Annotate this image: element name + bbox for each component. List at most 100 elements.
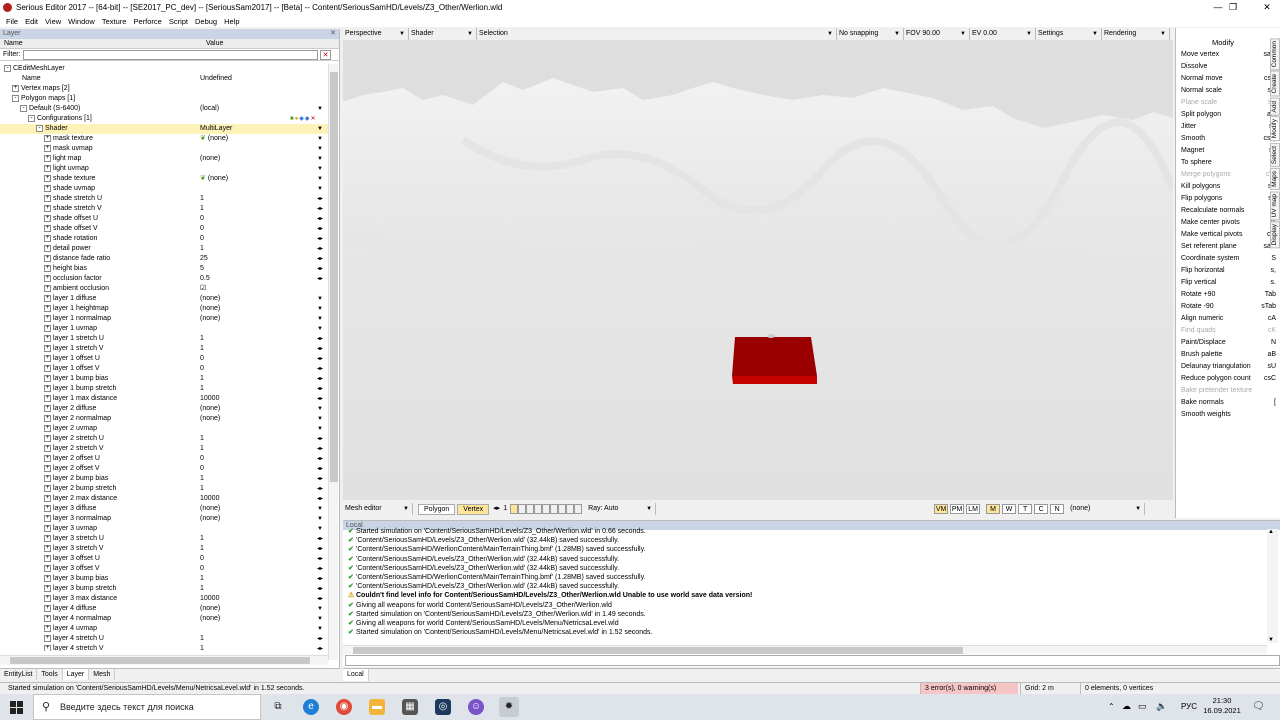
- tree-row-value[interactable]: 10000: [200, 494, 219, 504]
- expand-icon[interactable]: +: [44, 434, 51, 442]
- modify-delaunay-triangulation-item[interactable]: Delaunay triangulation sU: [1176, 361, 1276, 373]
- mode-polygon-button[interactable]: Polygon: [418, 503, 456, 515]
- tree-row-value[interactable]: 0: [200, 224, 204, 234]
- discord-icon[interactable]: ☺: [468, 699, 484, 715]
- tree-row[interactable]: + layer 1 max distance 10000 ◂▸: [0, 394, 328, 404]
- tree-row[interactable]: - Shader MultiLayer ▼: [0, 124, 328, 134]
- tree-row[interactable]: + distance fade ratio 25 ◂▸: [0, 254, 328, 264]
- tree-row[interactable]: + layer 3 bump bias 1 ◂▸: [0, 574, 328, 584]
- expand-icon[interactable]: +: [44, 374, 51, 382]
- expand-icon[interactable]: +: [44, 624, 51, 632]
- dropdown-arrow-icon[interactable]: ▼: [317, 524, 323, 534]
- modify-bake-normals-item[interactable]: Bake normals[: [1176, 397, 1276, 409]
- tree-row-value[interactable]: 10000: [200, 594, 219, 604]
- expand-icon[interactable]: +: [12, 84, 19, 92]
- dropdown-arrow-icon[interactable]: ▼: [317, 414, 323, 424]
- tree-row[interactable]: + layer 2 normalmap (none) ▼: [0, 414, 328, 424]
- property-tree-horizontal-scrollbar[interactable]: [0, 655, 328, 665]
- expand-icon[interactable]: +: [44, 144, 51, 152]
- tree-row[interactable]: + layer 4 diffuse (none) ▼: [0, 604, 328, 614]
- spinner-icon[interactable]: ◂▸: [317, 434, 323, 444]
- side-tab-select[interactable]: Select: [1270, 142, 1280, 167]
- menu-window[interactable]: Window: [68, 17, 95, 26]
- tree-row-value[interactable]: 1: [200, 474, 204, 484]
- tree-row[interactable]: + height bias 5 ◂▸: [0, 264, 328, 274]
- tree-row[interactable]: Name Undefined: [0, 74, 328, 84]
- tree-row-value[interactable]: ☑: [200, 284, 206, 294]
- spinner-icon[interactable]: ◂▸: [317, 204, 323, 214]
- spinner-icon[interactable]: ◂▸: [317, 274, 323, 284]
- expand-icon[interactable]: +: [44, 494, 51, 502]
- modify-find-quads-item[interactable]: Find quads cK: [1176, 325, 1276, 337]
- tree-row[interactable]: + layer 2 stretch U 1 ◂▸: [0, 434, 328, 444]
- expand-icon[interactable]: +: [44, 244, 51, 252]
- tree-row-value[interactable]: 0.5: [200, 274, 210, 284]
- tree-row[interactable]: + ambient occlusion ☑: [0, 284, 328, 294]
- tree-row[interactable]: - Polygon maps [1]: [0, 94, 328, 104]
- tree-row[interactable]: + layer 2 offset U 0 ◂▸: [0, 454, 328, 464]
- expand-icon[interactable]: +: [44, 344, 51, 352]
- spinner-icon[interactable]: ◂▸: [317, 584, 323, 594]
- dropdown-arrow-icon[interactable]: ▼: [317, 304, 323, 314]
- tree-row[interactable]: + layer 2 stretch V 1 ◂▸: [0, 444, 328, 454]
- modify-paint-displace-item[interactable]: Paint/Displace N: [1176, 337, 1276, 349]
- chrome-icon[interactable]: ◉: [336, 699, 352, 715]
- collapse-icon[interactable]: -: [28, 114, 35, 122]
- tree-row[interactable]: + layer 2 offset V 0 ◂▸: [0, 464, 328, 474]
- tree-row[interactable]: + layer 1 offset V 0 ◂▸: [0, 364, 328, 374]
- fov-dropdown[interactable]: FOV 90.00 ▼: [904, 28, 970, 40]
- serious-editor-task-icon[interactable]: ✹: [499, 697, 519, 717]
- spinner-icon[interactable]: ◂▸: [317, 234, 323, 244]
- none-dropdown[interactable]: (none) ▼: [1068, 503, 1146, 515]
- spinner-icon[interactable]: ◂▸: [317, 574, 323, 584]
- collapse-icon[interactable]: -: [12, 94, 19, 102]
- tab-entitylist[interactable]: EntityList: [0, 669, 38, 680]
- spinner-icon[interactable]: ◂▸: [317, 354, 323, 364]
- tree-row-value[interactable]: (none): [200, 294, 220, 304]
- tree-row[interactable]: + layer 4 stretch U 1 ◂▸: [0, 634, 328, 644]
- maximize-button[interactable]: ❐: [1220, 0, 1246, 15]
- steam-icon[interactable]: ◎: [435, 699, 451, 715]
- modify-make-vertical-pivots-item[interactable]: Make vertical pivotscs\: [1176, 229, 1276, 241]
- tree-row[interactable]: + layer 2 max distance 10000 ◂▸: [0, 494, 328, 504]
- spinner-icon[interactable]: ◂▸: [317, 264, 323, 274]
- tree-row-value[interactable]: (none): [200, 604, 220, 614]
- modify-to-sphere-item[interactable]: To sphere: [1176, 157, 1270, 169]
- file-explorer-icon[interactable]: ▬: [369, 699, 385, 715]
- spinner-icon[interactable]: ◂▸: [317, 454, 323, 464]
- expand-icon[interactable]: +: [44, 514, 51, 522]
- spinner-icon[interactable]: ◂▸: [317, 224, 323, 234]
- expand-icon[interactable]: +: [44, 644, 51, 651]
- settings-dropdown[interactable]: Settings ▼: [1036, 28, 1102, 40]
- tree-row[interactable]: + shade offset V 0 ◂▸: [0, 224, 328, 234]
- menu-script[interactable]: Script: [169, 17, 188, 26]
- expand-icon[interactable]: +: [44, 304, 51, 312]
- modify-dissolve-item[interactable]: DissolveD: [1176, 61, 1276, 73]
- toggle-m-button[interactable]: M: [986, 504, 1001, 514]
- spinner-icon[interactable]: ◂▸: [317, 374, 323, 384]
- edge-icon[interactable]: e: [303, 699, 319, 715]
- menu-help[interactable]: Help: [224, 17, 239, 26]
- tree-row-value[interactable]: 1: [200, 574, 204, 584]
- expand-icon[interactable]: +: [44, 564, 51, 572]
- menu-file[interactable]: File: [6, 17, 18, 26]
- expand-icon[interactable]: +: [44, 224, 51, 232]
- tree-row[interactable]: + shade rotation 0 ◂▸: [0, 234, 328, 244]
- modify-magnet-item[interactable]: MagnetsJ: [1176, 145, 1276, 157]
- tree-row-value[interactable]: 0: [200, 564, 204, 574]
- tree-row[interactable]: + layer 2 bump bias 1 ◂▸: [0, 474, 328, 484]
- dropdown-arrow-icon[interactable]: ▼: [317, 314, 323, 324]
- tree-row-value[interactable]: 1: [200, 644, 204, 651]
- expand-icon[interactable]: +: [44, 324, 51, 332]
- spinner-icon[interactable]: ◂▸: [317, 554, 323, 564]
- dropdown-arrow-icon[interactable]: ▼: [317, 154, 323, 164]
- cloud-icon[interactable]: ☁: [1122, 701, 1131, 712]
- modify-plane-scale-item[interactable]: Plane scalesS: [1176, 97, 1276, 109]
- spinner-icon[interactable]: ◂▸: [317, 534, 323, 544]
- column-value-header[interactable]: Value: [202, 39, 223, 48]
- tree-row-value[interactable]: 0: [200, 214, 204, 224]
- modify-normal-scale-item[interactable]: Normal scalesN: [1176, 85, 1276, 97]
- side-tab-maps[interactable]: Maps: [1270, 167, 1280, 190]
- tree-row-value[interactable]: 25: [200, 254, 208, 264]
- ev-dropdown[interactable]: EV 0.00 ▼: [970, 28, 1036, 40]
